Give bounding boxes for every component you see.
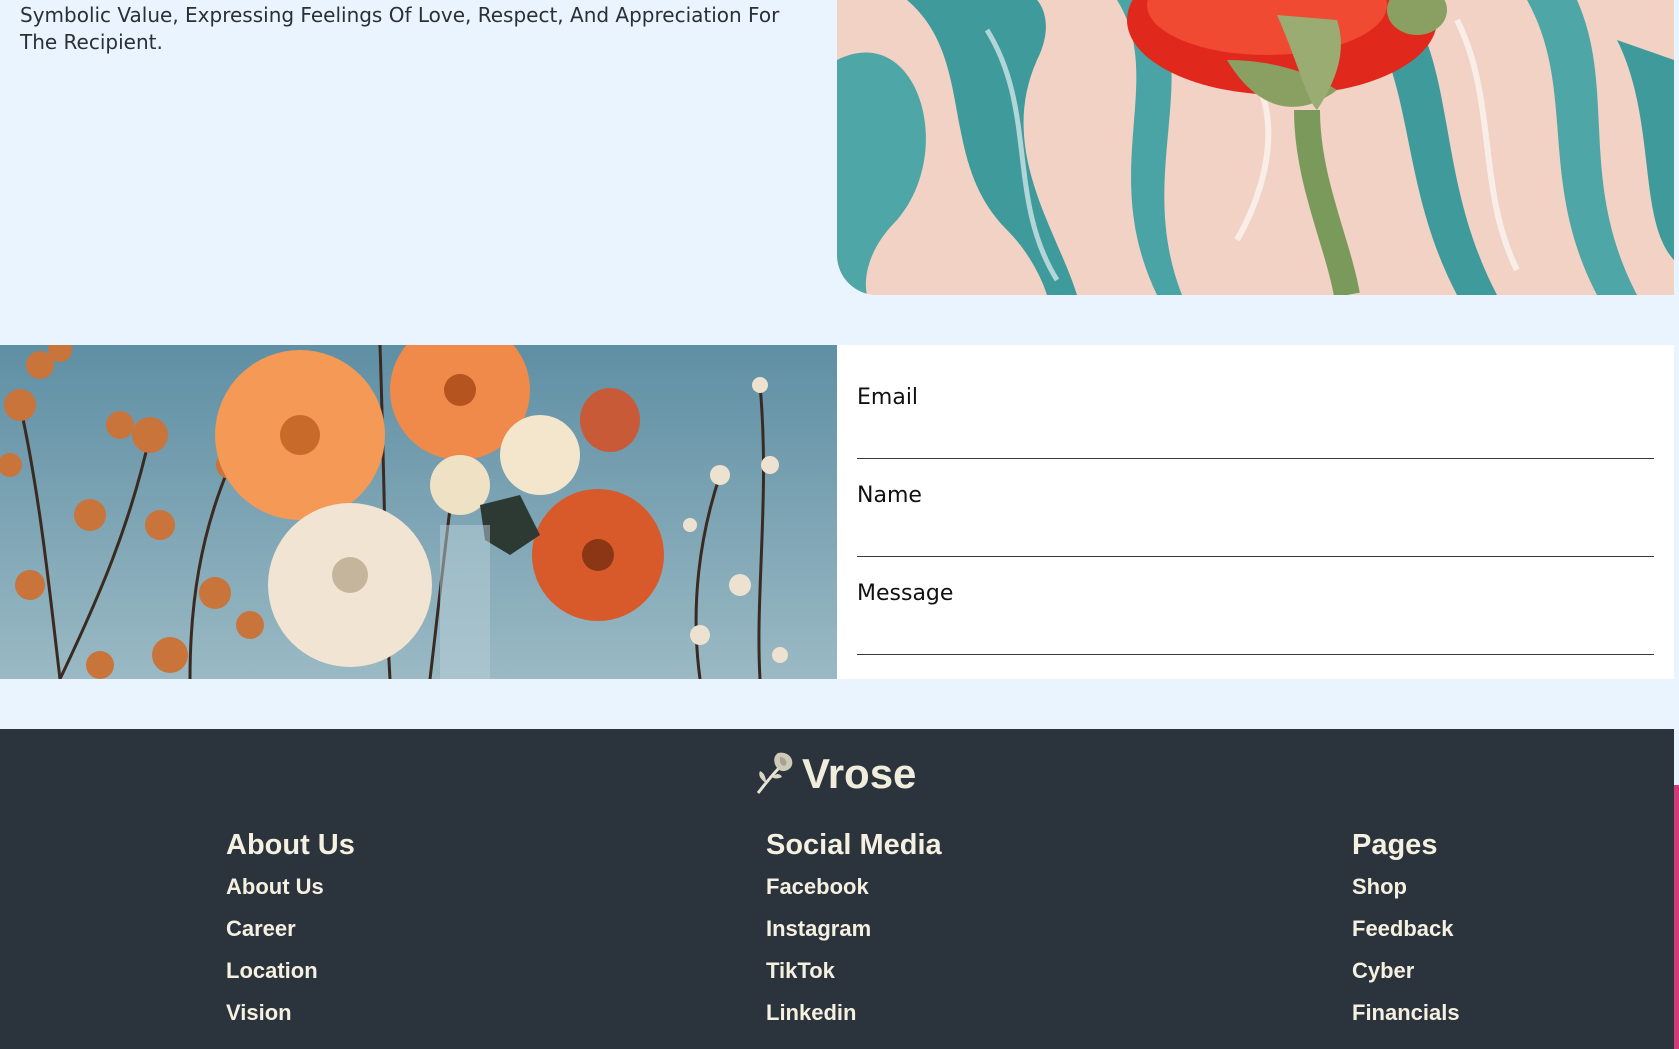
footer-column-pages: Pages Shop Feedback Cyber Financials	[1352, 829, 1460, 1038]
footer-heading-about: About Us	[226, 829, 355, 861]
email-label: Email	[857, 385, 919, 410]
name-field[interactable]	[857, 523, 1654, 557]
tulip-image	[837, 0, 1674, 295]
brand-name: Vrose	[802, 750, 917, 797]
footer: Vrose About Us About Us Career Location …	[0, 729, 1674, 1049]
footer-column-social: Social Media Facebook Instagram TikTok L…	[766, 829, 942, 1038]
footer-link-about-us[interactable]: About Us	[226, 870, 355, 912]
rose-icon	[752, 749, 798, 799]
intro-text: Symbolic Value, Expressing Feelings Of L…	[20, 3, 780, 54]
footer-link-feedback[interactable]: Feedback	[1352, 912, 1460, 954]
footer-link-financials[interactable]: Financials	[1352, 996, 1460, 1038]
scroll-accent-bar	[1674, 785, 1679, 1049]
footer-link-instagram[interactable]: Instagram	[766, 912, 942, 954]
footer-link-shop[interactable]: Shop	[1352, 870, 1460, 912]
footer-heading-social: Social Media	[766, 829, 942, 861]
footer-heading-pages: Pages	[1352, 829, 1438, 861]
footer-link-location[interactable]: Location	[226, 954, 355, 996]
name-field-group: Name	[857, 483, 1654, 557]
message-field-group: Message	[857, 581, 1654, 655]
flowers-image	[0, 345, 837, 679]
name-label: Name	[857, 483, 922, 508]
footer-link-linkedin[interactable]: Linkedin	[766, 996, 942, 1038]
message-label: Message	[857, 581, 954, 606]
footer-link-cyber[interactable]: Cyber	[1352, 954, 1460, 996]
footer-link-tiktok[interactable]: TikTok	[766, 954, 942, 996]
email-field-group: Email	[857, 385, 1654, 459]
email-field[interactable]	[857, 425, 1654, 459]
footer-link-facebook[interactable]: Facebook	[766, 870, 942, 912]
brand[interactable]: Vrose	[752, 749, 916, 799]
message-field[interactable]	[857, 621, 1654, 655]
footer-link-vision[interactable]: Vision	[226, 996, 355, 1038]
footer-link-career[interactable]: Career	[226, 912, 355, 954]
contact-form: Email Name Message	[837, 345, 1674, 679]
footer-column-about: About Us About Us Career Location Vision	[226, 829, 355, 1038]
